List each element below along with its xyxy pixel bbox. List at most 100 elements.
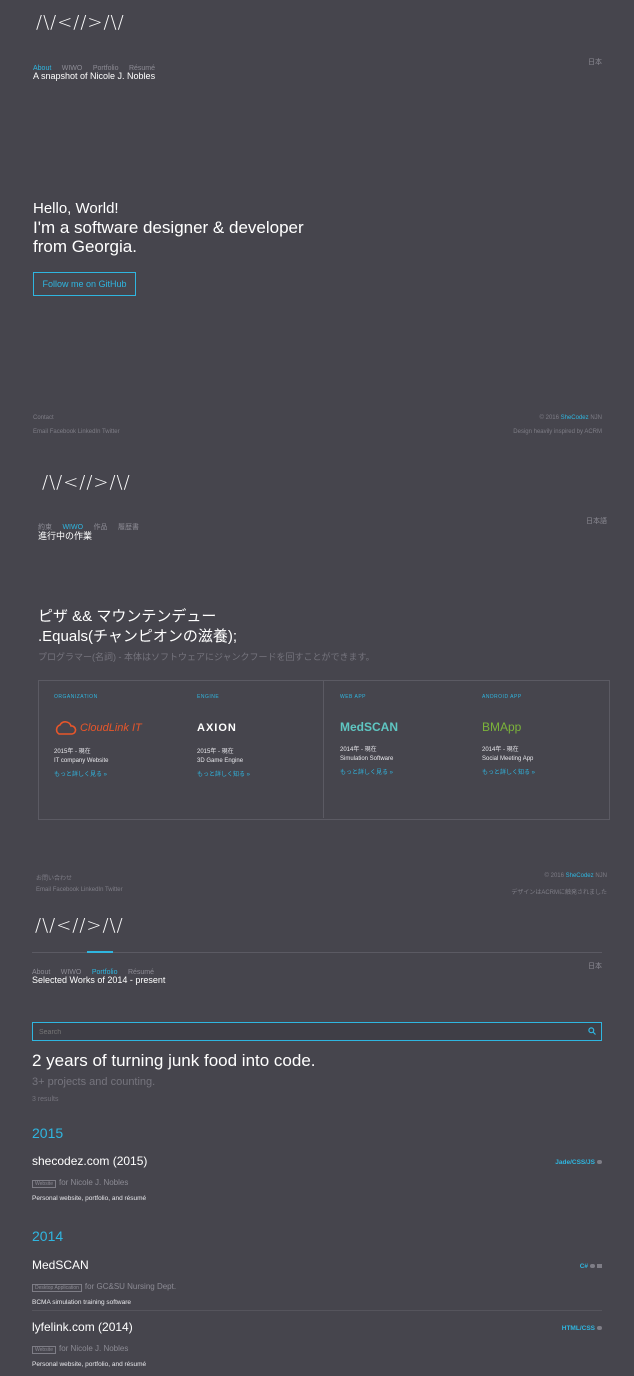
language-toggle-3[interactable]: 日本 xyxy=(588,961,602,971)
project-card[interactable]: ANDROID APP BMApp 2014年 - 現在 Social Meet… xyxy=(482,694,602,776)
footer-copyright: © 2016 SheCodez NJN xyxy=(540,415,602,421)
search-input[interactable] xyxy=(37,1025,571,1039)
copyright-owner: NJN xyxy=(595,873,607,879)
portfolio-item[interactable]: shecodez.com (2015) Website for Nicole J.… xyxy=(32,1154,602,1202)
social-facebook[interactable]: Facebook xyxy=(53,887,79,893)
footer-copyright-jp: © 2016 SheCodez NJN xyxy=(545,873,607,879)
year-heading: 2015 xyxy=(32,1125,64,1141)
item-divider xyxy=(32,1310,602,1311)
search-icon[interactable] xyxy=(588,1027,596,1035)
project-type-badge: Website xyxy=(32,1346,56,1354)
project-card[interactable]: ENGINE AXION 2015年 - 現在 3D Game Engine も… xyxy=(197,694,317,778)
copyright-owner: NJN xyxy=(590,415,602,421)
axion-logo: AXION xyxy=(197,722,237,734)
social-facebook[interactable]: Facebook xyxy=(50,429,76,435)
card-desc: IT company Website xyxy=(54,758,109,764)
card-more-link[interactable]: もっと詳しく見る » xyxy=(340,767,470,776)
portfolio-subheadline: 3+ projects and counting. xyxy=(32,1076,156,1088)
intro-line: I'm a software designer & developer xyxy=(33,218,304,237)
card-more-link[interactable]: もっと詳しく知る » xyxy=(482,767,602,776)
hello-heading: Hello, World! xyxy=(33,200,119,217)
download-icon[interactable] xyxy=(597,1264,602,1269)
intro-line-2: from Georgia. xyxy=(33,237,137,256)
github-icon[interactable] xyxy=(597,1326,602,1331)
site-logo-3[interactable]: /\/<//>/\/ xyxy=(35,915,124,936)
language-toggle-2[interactable]: 日本語 xyxy=(586,516,607,526)
medscan-logo: MedSCAN xyxy=(340,720,399,734)
page-subtitle-2: 進行中の作業 xyxy=(38,531,93,541)
card-date: 2014年 - 現在 xyxy=(340,747,377,753)
site-logo[interactable]: /\/<//>/\/ xyxy=(36,12,125,33)
project-type-badge: Desktop Application xyxy=(32,1284,82,1292)
active-tab-indicator xyxy=(87,951,113,953)
portfolio-item[interactable]: lyfelink.com (2014) Website for Nicole J.… xyxy=(32,1320,602,1368)
year-heading: 2014 xyxy=(32,1228,64,1244)
social-email[interactable]: Email xyxy=(33,429,48,435)
tech-label: C# xyxy=(579,1263,588,1270)
cloud-icon xyxy=(55,721,77,735)
project-card[interactable]: ORGANIZATION CloudLink IT 2015年 - 現在 IT … xyxy=(54,694,184,778)
language-toggle[interactable]: 日本 xyxy=(588,57,602,67)
project-title[interactable]: MedSCAN xyxy=(32,1258,602,1272)
card-more-link[interactable]: もっと詳しく知る » xyxy=(197,769,317,778)
portfolio-item[interactable]: MedSCAN Desktop Application for GC&SU Nur… xyxy=(32,1258,602,1306)
cloudlink-logo: CloudLink IT xyxy=(54,718,184,738)
copyright-year: © 2016 xyxy=(544,873,564,879)
card-logo-text: CloudLink IT xyxy=(80,722,142,734)
nav-portfolio-jp[interactable]: 作品 xyxy=(94,524,108,531)
portfolio-headline: 2 years of turning junk food into code. xyxy=(32,1051,316,1070)
bmapp-logo: BMApp xyxy=(482,720,522,734)
card-date: 2015年 - 現在 xyxy=(197,749,234,755)
project-title[interactable]: shecodez.com (2015) xyxy=(32,1154,602,1168)
card-category: ENGINE xyxy=(197,694,220,700)
social-twitter[interactable]: Twitter xyxy=(102,429,120,435)
card-category: WEB APP xyxy=(340,694,367,700)
grid-divider xyxy=(323,680,324,818)
card-date: 2015年 - 現在 xyxy=(54,749,91,755)
nav-resume-jp[interactable]: 履歴書 xyxy=(118,524,139,531)
card-date: 2014年 - 現在 xyxy=(482,747,519,753)
copyright-brand[interactable]: SheCodez xyxy=(566,873,594,879)
project-tech: HTML/CSS xyxy=(562,1325,602,1332)
headline-jp-2: .Equals(チャンピオンの滋養); xyxy=(38,628,238,645)
copyright-brand[interactable]: SheCodez xyxy=(561,415,589,421)
headline-jp-1: ピザ && マウンテンデュー xyxy=(38,608,217,625)
project-tech: C# xyxy=(580,1263,602,1270)
nav-divider xyxy=(32,952,602,953)
card-category: ANDROID APP xyxy=(482,694,522,700)
page-subtitle: A snapshot of Nicole J. Nobles xyxy=(33,71,156,81)
project-description: Personal website, portfolio, and résumé xyxy=(32,1195,147,1202)
footer-contact-jp: お問い合わせ xyxy=(36,876,73,882)
page-subtitle-3: Selected Works of 2014 - present xyxy=(32,975,166,985)
project-description: Personal website, portfolio, and résumé xyxy=(32,1361,147,1368)
project-client: for Nicole J. Nobles xyxy=(58,1344,129,1353)
footer-credit: Design heavily inspired by ACRM xyxy=(513,429,602,435)
github-icon[interactable] xyxy=(590,1264,595,1269)
social-linkedin[interactable]: LinkedIn xyxy=(78,429,101,435)
tagline-jp: プログラマー(名詞) - 本体はソフトウェアにジャンクフードを回すことができます… xyxy=(38,652,375,662)
footer-socials-jp: Email Facebook LinkedIn Twitter xyxy=(36,887,123,893)
project-type-badge: Website xyxy=(32,1180,56,1188)
github-button[interactable]: Follow me on GitHub xyxy=(33,272,136,296)
project-client: for GC&SU Nursing Dept. xyxy=(84,1282,177,1291)
card-category: ORGANIZATION xyxy=(54,694,98,700)
site-logo-2[interactable]: /\/<//>/\/ xyxy=(42,472,131,493)
results-count: 3 results xyxy=(32,1096,59,1103)
tech-label: HTML/CSS xyxy=(561,1325,595,1332)
copyright-year: © 2016 xyxy=(539,415,559,421)
github-icon[interactable] xyxy=(597,1160,602,1165)
social-email[interactable]: Email xyxy=(36,887,51,893)
tech-label: Jade/CSS/JS xyxy=(555,1159,595,1166)
search-bar[interactable] xyxy=(32,1022,602,1041)
project-client: for Nicole J. Nobles xyxy=(58,1178,129,1187)
project-description: BCMA simulation training software xyxy=(32,1299,131,1306)
project-title[interactable]: lyfelink.com (2014) xyxy=(32,1320,602,1334)
card-desc: Simulation Software xyxy=(340,756,394,762)
card-more-link[interactable]: もっと詳しく見る » xyxy=(54,769,184,778)
footer-socials: Email Facebook LinkedIn Twitter xyxy=(33,429,120,435)
social-linkedin[interactable]: LinkedIn xyxy=(81,887,104,893)
social-twitter[interactable]: Twitter xyxy=(105,887,123,893)
card-desc: 3D Game Engine xyxy=(197,758,244,764)
project-card[interactable]: WEB APP MedSCAN 2014年 - 現在 Simulation So… xyxy=(340,694,470,776)
card-desc: Social Meeting App xyxy=(482,756,534,762)
